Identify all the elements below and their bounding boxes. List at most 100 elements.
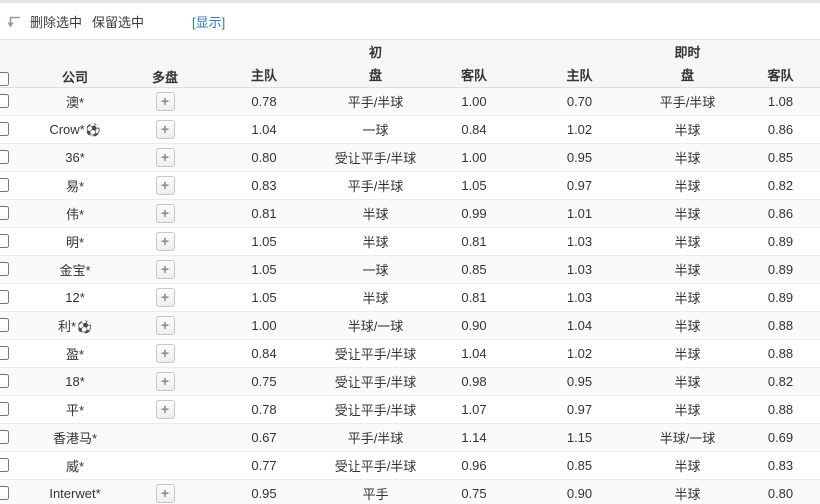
table-row: 盈* + 0.84 受让平手/半球 1.04 1.02 半球 0.88 <box>0 339 820 367</box>
keep-selected-button[interactable]: 保留选中 <box>92 12 144 31</box>
initial-handicap: 平手/半球 <box>347 178 404 194</box>
initial-handicap: 一球 <box>362 262 389 278</box>
multi-cell: + <box>130 255 200 283</box>
live-away-odds: 0.88 <box>767 401 794 417</box>
table-row: 易* + 0.83 平手/半球 1.05 0.97 半球 0.82 <box>0 171 820 199</box>
initial-home-odds: 0.83 <box>251 177 277 193</box>
expand-plus-button[interactable]: + <box>155 203 175 223</box>
initial-away-odds: 1.04 <box>461 345 487 361</box>
table-row: 36* + 0.80 受让平手/半球 1.00 0.95 半球 0.85 <box>0 143 820 171</box>
multi-cell: + <box>130 171 200 199</box>
row-checkbox[interactable] <box>0 178 9 192</box>
expand-plus-button[interactable]: + <box>155 147 175 167</box>
row-checkbox[interactable] <box>0 458 9 472</box>
soccer-ball-icon: ⚽ <box>77 319 92 334</box>
row-checkbox[interactable] <box>0 206 9 220</box>
live-handicap: 半球 <box>674 234 701 250</box>
company-cell: 明* <box>20 227 130 255</box>
initial-handicap: 半球 <box>362 290 389 306</box>
initial-away-odds: 0.98 <box>461 373 487 389</box>
live-away-odds: 0.82 <box>767 373 794 389</box>
row-checkbox[interactable] <box>0 94 9 108</box>
row-checkbox[interactable] <box>0 318 9 332</box>
row-checkbox[interactable] <box>0 402 9 416</box>
company-name: 利* <box>57 318 77 334</box>
initial-handicap: 受让平手/半球 <box>334 150 417 166</box>
initial-home-odds: 0.84 <box>251 345 277 361</box>
table-row: 伟* + 0.81 半球 0.99 1.01 半球 0.86 <box>0 199 820 227</box>
live-home-odds: 0.97 <box>566 401 593 417</box>
company-name: 香港马* <box>52 430 98 446</box>
live-away-odds: 0.86 <box>767 121 794 137</box>
multi-cell <box>130 451 200 479</box>
company-cell: 平* <box>20 395 130 423</box>
expand-plus-button[interactable]: + <box>155 231 175 251</box>
row-checkbox[interactable] <box>0 290 9 304</box>
initial-handicap: 平手 <box>362 486 389 502</box>
live-away-odds: 0.85 <box>767 149 794 165</box>
live-handicap: 半球 <box>674 374 701 390</box>
expand-plus-button[interactable]: + <box>155 399 175 419</box>
live-home-odds: 1.15 <box>566 429 593 445</box>
live-home-odds: 1.02 <box>566 345 593 361</box>
company-name: 12* <box>65 289 85 305</box>
row-checkbox[interactable] <box>0 150 9 164</box>
expand-plus-button[interactable]: + <box>155 315 175 335</box>
row-checkbox[interactable] <box>0 486 9 500</box>
table-row: 平* + 0.78 受让平手/半球 1.07 0.97 半球 0.88 <box>0 395 820 423</box>
company-name: 平* <box>65 402 85 418</box>
row-checkbox[interactable] <box>0 346 9 360</box>
table-row: 澳* + 0.78 平手/半球 1.00 0.70 平手/半球 1.08 <box>0 87 820 115</box>
header-live-home: 主队 <box>566 67 593 83</box>
live-handicap: 半球 <box>674 290 701 306</box>
live-away-odds: 0.88 <box>767 345 794 361</box>
initial-home-odds: 1.00 <box>251 317 277 333</box>
expand-plus-button[interactable]: + <box>155 343 175 363</box>
row-checkbox[interactable] <box>0 374 9 388</box>
initial-home-odds: 0.95 <box>251 485 277 501</box>
initial-handicap: 半球 <box>362 234 389 250</box>
company-cell: 盈* <box>20 339 130 367</box>
live-handicap: 半球 <box>674 318 701 334</box>
table-row: 金宝* + 1.05 一球 0.85 1.03 半球 0.89 <box>0 255 820 283</box>
initial-home-odds: 1.05 <box>251 261 277 277</box>
company-name: 伟* <box>65 206 85 222</box>
multi-cell: + <box>130 283 200 311</box>
company-cell: 伟* <box>20 199 130 227</box>
company-name: 易* <box>65 178 85 194</box>
expand-plus-button[interactable]: + <box>155 119 175 139</box>
show-link[interactable]: [显示] <box>192 12 225 31</box>
row-checkbox[interactable] <box>0 122 9 136</box>
expand-plus-button[interactable]: + <box>155 371 175 391</box>
live-away-odds: 0.89 <box>767 233 794 249</box>
company-name: Interwet* <box>49 485 101 501</box>
expand-plus-button[interactable]: + <box>155 175 175 195</box>
table-row: 威* 0.77 受让平手/半球 0.96 0.85 半球 0.83 <box>0 451 820 479</box>
table-row: 18* + 0.75 受让平手/半球 0.98 0.95 半球 0.82 <box>0 367 820 395</box>
expand-plus-button[interactable]: + <box>155 483 175 503</box>
live-handicap: 半球 <box>674 402 701 418</box>
row-checkbox[interactable] <box>0 234 9 248</box>
row-checkbox[interactable] <box>0 262 9 276</box>
expand-plus-button[interactable]: + <box>155 91 175 111</box>
live-home-odds: 0.95 <box>566 149 593 165</box>
multi-cell: + <box>130 143 200 171</box>
expand-plus-button[interactable]: + <box>155 259 175 279</box>
expand-plus-button[interactable]: + <box>155 287 175 307</box>
delete-selected-button[interactable]: 删除选中 <box>30 12 82 31</box>
initial-home-odds: 1.05 <box>251 233 277 249</box>
company-name: 威* <box>65 458 85 474</box>
initial-away-odds: 0.84 <box>461 121 487 137</box>
live-home-odds: 1.01 <box>566 205 593 221</box>
row-checkbox[interactable] <box>0 430 9 444</box>
select-all-checkbox[interactable] <box>0 71 9 86</box>
toolbar: 删除选中 保留选中 [显示] <box>0 3 820 40</box>
multi-cell: + <box>130 227 200 255</box>
company-cell: 易* <box>20 171 130 199</box>
live-away-odds: 0.89 <box>767 289 794 305</box>
header-spacer <box>423 40 525 62</box>
corner-left-down-arrow-icon <box>4 12 22 30</box>
live-home-odds: 0.85 <box>566 457 593 473</box>
multi-cell: + <box>130 87 200 115</box>
initial-handicap: 半球/一球 <box>347 318 404 334</box>
